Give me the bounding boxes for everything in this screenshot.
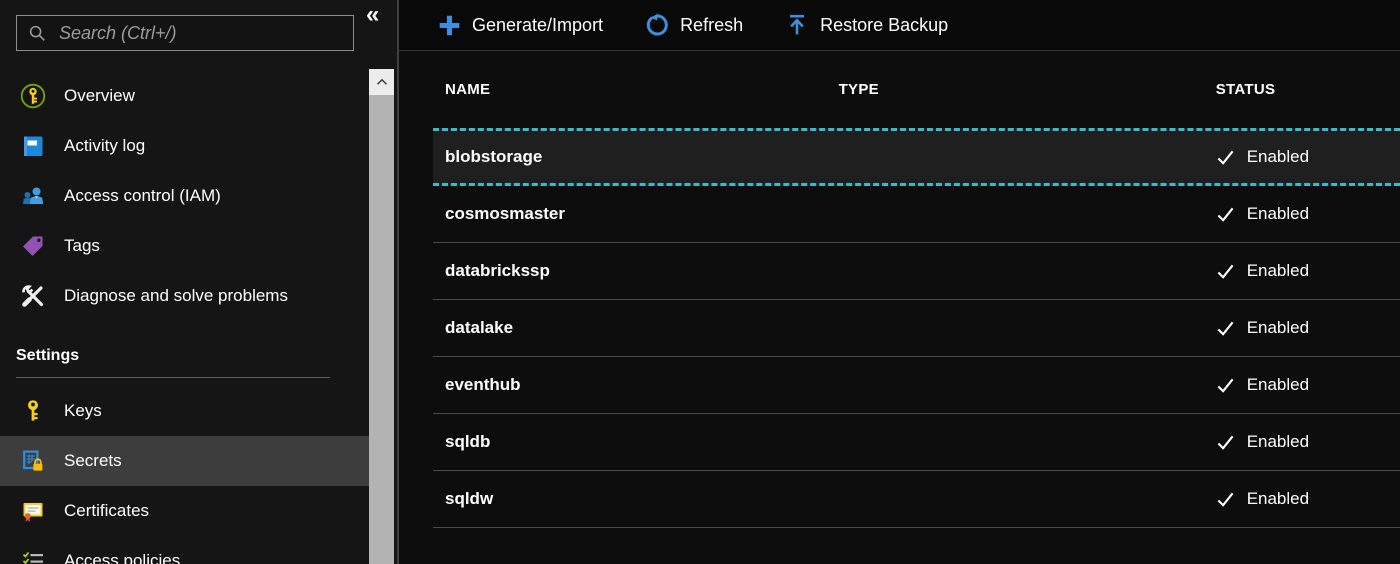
generate-import-button[interactable]: Generate/Import [437,13,603,37]
column-header-type: TYPE [838,81,879,98]
secret-name: datalake [445,318,514,337]
secrets-table: NAME TYPE STATUS blobstorage Enabled cos… [433,51,1400,528]
check-icon [1216,490,1235,509]
certificate-icon [20,498,46,524]
secret-lock-icon [20,448,46,474]
secret-name: cosmosmaster [445,204,566,223]
sidebar-item-tags[interactable]: Tags [0,221,369,271]
refresh-button[interactable]: Refresh [645,13,743,37]
sidebar-item-certificates[interactable]: Certificates [0,486,369,536]
sidebar-item-label: Diagnose and solve problems [64,286,288,305]
activity-log-icon [20,133,46,159]
status-label: Enabled [1246,489,1310,508]
check-icon [1216,376,1235,395]
secret-name: sqldb [445,432,491,451]
settings-section-header: Settings [16,347,80,364]
secret-status: Enabled [1204,375,1400,395]
sidebar: « Overview [0,0,397,564]
check-icon [1216,433,1235,452]
table-header-row: NAME TYPE STATUS [433,51,1400,128]
secret-status: Enabled [1204,261,1400,281]
sidebar-item-diagnose[interactable]: Diagnose and solve problems [0,271,369,321]
key-circle-icon [20,83,46,109]
key-icon [20,398,46,424]
secret-status: Enabled [1204,489,1400,509]
scroll-up-button[interactable] [369,69,394,95]
column-header-status: STATUS [1215,81,1276,98]
sidebar-item-label: Secrets [64,451,122,470]
secret-status: Enabled [1204,204,1400,224]
sidebar-item-label: Access policies [64,551,181,564]
status-label: Enabled [1246,375,1310,394]
sidebar-item-secrets[interactable]: Secrets [0,436,369,486]
table-row[interactable]: sqldb Enabled [433,414,1400,471]
sidebar-item-overview[interactable]: Overview [0,71,369,121]
status-label: Enabled [1246,147,1310,166]
check-icon [1216,262,1235,281]
secret-name: blobstorage [445,147,543,166]
checklist-icon [20,548,46,564]
check-icon [1216,148,1235,167]
command-toolbar: Generate/Import Refresh Restore Backup [399,0,1400,51]
table-row[interactable]: eventhub Enabled [433,357,1400,414]
status-label: Enabled [1246,318,1310,337]
sidebar-item-activity-log[interactable]: Activity log [0,121,369,171]
status-label: Enabled [1246,261,1310,280]
plus-icon [437,13,461,37]
toolbar-button-label: Restore Backup [820,14,949,35]
restore-upload-icon [785,13,809,37]
column-header-name: NAME [445,81,491,98]
sidebar-nav: Overview Activity log Access control (IA… [0,71,369,564]
settings-divider [16,377,330,378]
check-icon [1216,319,1235,338]
search-input[interactable] [59,22,343,44]
secret-name: databrickssp [445,261,550,280]
sidebar-item-access-control[interactable]: Access control (IAM) [0,171,369,221]
main-panel: Generate/Import Refresh Restore Backup N… [397,0,1400,564]
chevron-up-icon [373,73,391,91]
secret-name: eventhub [445,375,521,394]
sidebar-item-access-policies[interactable]: Access policies [0,536,369,564]
table-row[interactable]: blobstorage Enabled [433,128,1400,186]
sidebar-item-label: Overview [64,86,135,105]
status-label: Enabled [1246,432,1310,451]
tag-icon [20,233,46,259]
scrollbar-thumb[interactable] [369,95,394,564]
secret-status: Enabled [1204,318,1400,338]
sidebar-item-label: Keys [64,401,102,420]
sidebar-item-keys[interactable]: Keys [0,386,369,436]
status-label: Enabled [1246,204,1310,223]
toolbar-button-label: Generate/Import [472,14,604,35]
search-icon [27,23,47,43]
table-body: blobstorage Enabled cosmosmaster Enabled… [433,128,1400,528]
sidebar-item-label: Certificates [64,501,150,520]
people-icon [20,183,46,209]
check-icon [1216,205,1235,224]
table-row[interactable]: datalake Enabled [433,300,1400,357]
restore-backup-button[interactable]: Restore Backup [785,13,948,37]
tools-icon [20,283,46,309]
table-row[interactable]: cosmosmaster Enabled [433,186,1400,243]
sidebar-item-label: Activity log [64,136,146,155]
secret-name: sqldw [445,489,494,508]
collapse-sidebar-icon[interactable]: « [366,2,379,28]
sidebar-item-label: Tags [64,236,100,255]
sidebar-scrollbar[interactable] [369,69,394,564]
secret-status: Enabled [1204,147,1400,167]
refresh-icon [645,13,669,37]
sidebar-search-box[interactable] [16,15,354,51]
table-row[interactable]: sqldw Enabled [433,471,1400,528]
secret-status: Enabled [1204,432,1400,452]
sidebar-item-label: Access control (IAM) [64,186,221,205]
toolbar-button-label: Refresh [680,14,744,35]
table-row[interactable]: databrickssp Enabled [433,243,1400,300]
